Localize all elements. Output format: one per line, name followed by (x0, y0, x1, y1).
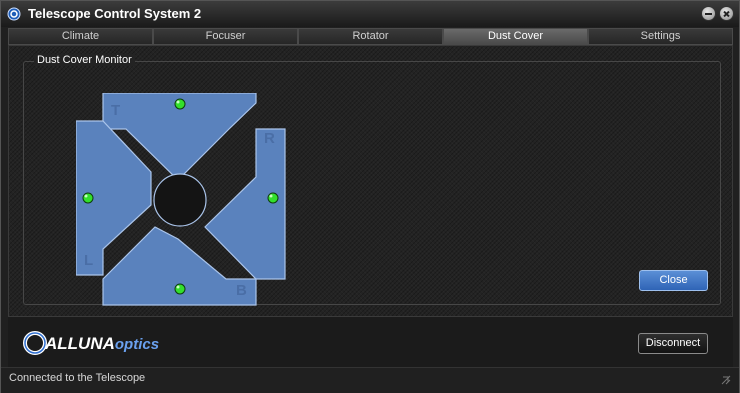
footer: ALLUNAoptics Disconnect (8, 317, 733, 367)
tab-focuser[interactable]: Focuser (153, 28, 298, 45)
app-icon (7, 7, 21, 21)
title-bar[interactable]: Telescope Control System 2 (1, 1, 739, 27)
status-led-right (267, 192, 279, 204)
logo-sub-text: optics (114, 336, 160, 353)
tab-settings[interactable]: Settings (588, 28, 733, 45)
petal-label-left: L (84, 252, 93, 269)
connection-status-text: Connected to the Telescope (9, 372, 146, 384)
tab-bar: Climate Focuser Rotator Dust Cover Setti… (8, 28, 733, 45)
disconnect-button[interactable]: Disconnect (638, 333, 708, 354)
status-led-top (174, 98, 186, 110)
petal-label-bottom: B (236, 282, 247, 299)
tab-climate[interactable]: Climate (8, 28, 153, 45)
close-window-button[interactable] (719, 6, 734, 21)
status-bar: Connected to the Telescope (1, 367, 739, 393)
window-title: Telescope Control System 2 (28, 6, 202, 21)
cover-petal-right (204, 128, 286, 280)
group-title: Dust Cover Monitor (34, 54, 135, 66)
minimize-button[interactable] (701, 6, 716, 21)
close-button[interactable]: Close (639, 270, 708, 291)
resize-grip-icon[interactable] (721, 375, 731, 385)
status-led-left (82, 192, 94, 204)
app-window: Telescope Control System 2 Climate Focus… (0, 0, 740, 393)
dust-cover-diagram: T R L B (76, 93, 286, 306)
dust-cover-monitor-group: Dust Cover Monitor T R L B (23, 54, 721, 306)
status-led-bottom (174, 283, 186, 295)
cover-center-hub (153, 173, 207, 227)
petal-label-right: R (264, 130, 275, 147)
alluna-optics-logo: ALLUNAoptics (23, 331, 159, 357)
petal-label-top: T (111, 102, 120, 119)
minimize-icon (705, 13, 712, 15)
logo-main-text: ALLUNA (45, 334, 115, 353)
tab-dust-cover[interactable]: Dust Cover (443, 28, 588, 45)
tab-rotator[interactable]: Rotator (298, 28, 443, 45)
tab-content: Dust Cover Monitor T R L B Close (8, 45, 733, 317)
logo-ring-icon (23, 331, 47, 355)
